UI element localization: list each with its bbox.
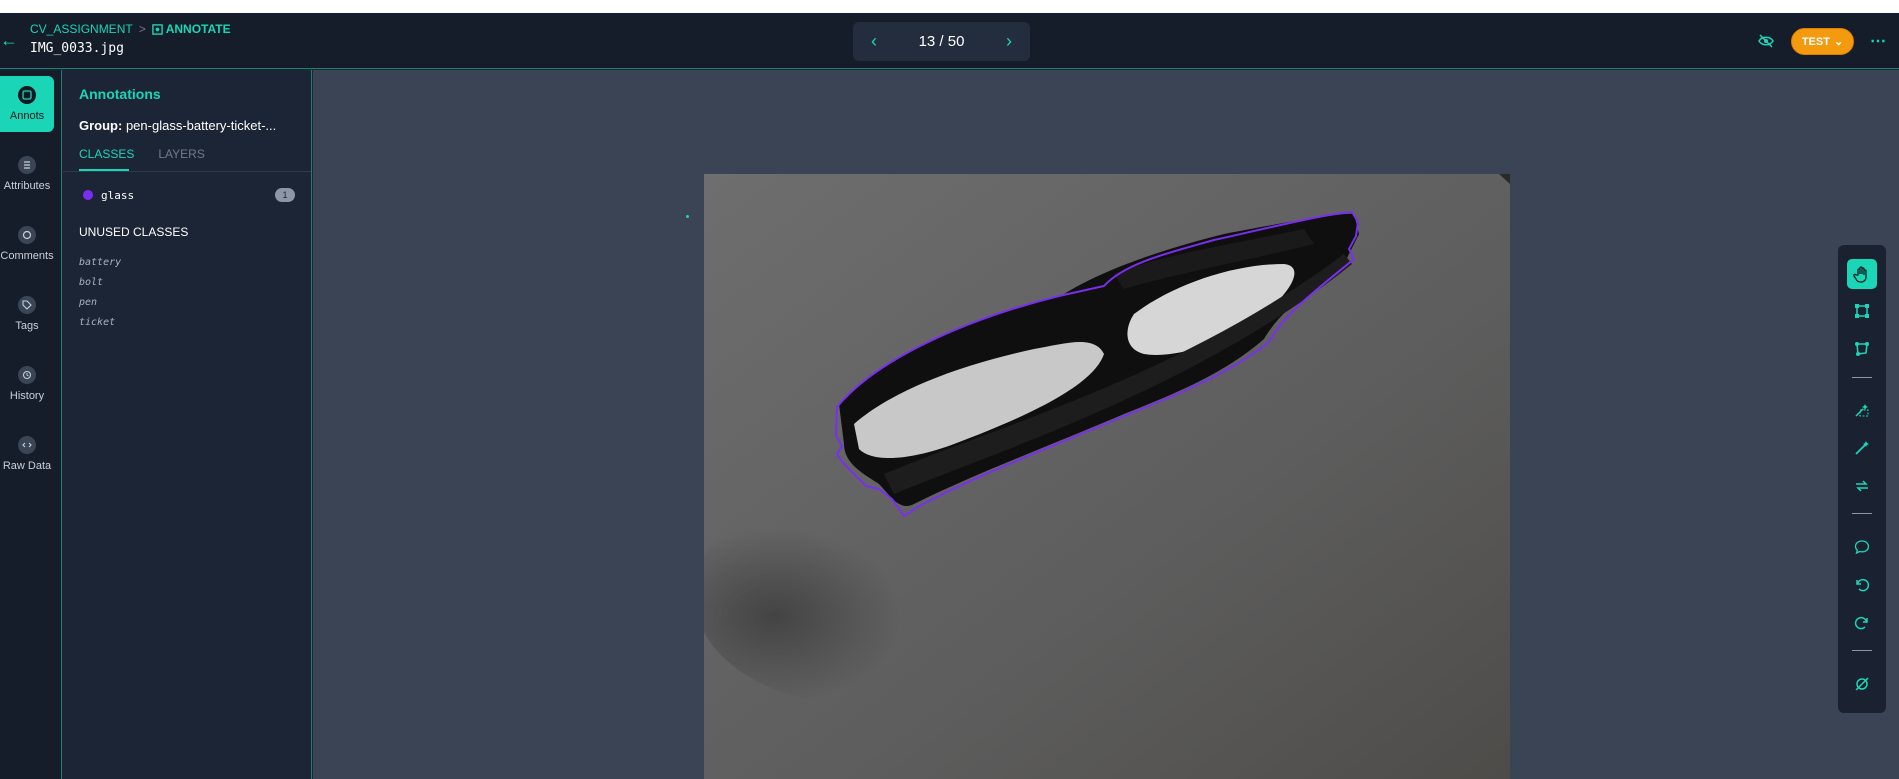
rail-item-annots[interactable]: Annots (0, 76, 54, 132)
panel-tabs: CLASSES LAYERS (79, 147, 205, 169)
tabs-divider (63, 171, 311, 172)
swap-tool-button[interactable] (1847, 471, 1877, 501)
class-name: glass (101, 188, 135, 202)
image-preview[interactable] (704, 174, 1510, 779)
unused-classes-title: UNUSED CLASSES (79, 225, 189, 239)
breadcrumb-project[interactable]: CV_ASSIGNMENT (30, 22, 133, 36)
more-options-icon[interactable]: ⋯ (1870, 31, 1887, 51)
smart-select-icon (1855, 404, 1869, 417)
polygon-tool-button[interactable] (1847, 334, 1877, 364)
tab-layers[interactable]: LAYERS (158, 147, 204, 169)
rail-item-label: History (9, 390, 45, 402)
canvas-marker (686, 215, 689, 218)
rail-item-label: Attributes (3, 180, 51, 192)
undo-button[interactable] (1847, 570, 1877, 600)
tag-icon (18, 296, 36, 314)
environment-button[interactable]: TEST ⌄ (1791, 28, 1854, 55)
tool-palette (1838, 245, 1886, 713)
browser-chrome-strip (0, 0, 1899, 13)
breadcrumb-separator: > (138, 22, 146, 36)
tool-divider (1852, 650, 1872, 651)
comment-icon (1854, 540, 1870, 555)
history-icon (18, 366, 36, 384)
eye-off-icon[interactable] (1758, 33, 1774, 49)
tool-divider (1852, 377, 1872, 378)
magic-wand-tool-button[interactable] (1847, 433, 1877, 463)
polygon-icon (1855, 342, 1869, 356)
bounding-box-tool-button[interactable] (1847, 296, 1877, 326)
left-nav-rail: Annots Attributes Comments Tags History … (0, 70, 62, 779)
next-image-button[interactable]: › (1006, 31, 1012, 52)
annotate-icon (151, 23, 163, 35)
hand-tool-button[interactable] (1847, 259, 1877, 289)
redo-icon (1854, 616, 1868, 630)
chevron-down-icon: ⌄ (1833, 36, 1844, 48)
rail-item-label: Annots (9, 110, 45, 122)
tool-divider (1852, 513, 1872, 514)
clear-button[interactable] (1847, 669, 1877, 699)
breadcrumb-current: ANNOTATE (151, 22, 231, 36)
class-item[interactable]: glass 1 (83, 187, 295, 203)
unused-class-item[interactable]: battery (79, 253, 121, 273)
hand-icon (1853, 266, 1867, 283)
breadcrumb: CV_ASSIGNMENT > ANNOTATE (30, 22, 231, 36)
group-label: Group: pen-glass-battery-ticket-... (79, 118, 276, 133)
class-count-badge: 1 (275, 188, 295, 202)
rail-item-label: Tags (15, 320, 39, 332)
rail-item-comments[interactable]: Comments (0, 216, 54, 272)
smart-select-tool-button[interactable] (1847, 395, 1877, 425)
tab-classes[interactable]: CLASSES (79, 147, 134, 169)
unused-class-item[interactable]: pen (79, 293, 121, 313)
back-arrow-icon[interactable]: ← (0, 29, 18, 51)
rail-item-history[interactable]: History (0, 356, 54, 412)
code-icon (18, 436, 36, 454)
undo-icon (1856, 578, 1870, 592)
rail-item-tags[interactable]: Tags (0, 286, 54, 342)
group-value: pen-glass-battery-ticket-... (125, 118, 277, 133)
annotations-icon (18, 86, 36, 104)
rail-item-attributes[interactable]: Attributes (0, 146, 54, 202)
magic-wand-icon (1855, 441, 1869, 455)
panel-title: Annotations (79, 86, 161, 102)
comment-icon (18, 226, 36, 244)
environment-button-label: TEST (1801, 35, 1830, 48)
breadcrumb-current-label: ANNOTATE (165, 22, 231, 36)
unused-class-item[interactable]: bolt (79, 273, 121, 293)
annotation-canvas[interactable] (313, 70, 1899, 779)
redo-button[interactable] (1847, 608, 1877, 638)
clear-icon (1855, 677, 1869, 691)
unused-class-item[interactable]: ticket (79, 313, 121, 333)
group-label-prefix: Group: (79, 118, 123, 133)
unused-classes-list: battery bolt pen ticket (79, 253, 121, 333)
previous-image-button[interactable]: ‹ (871, 31, 877, 52)
file-name: IMG_0033.jpg (30, 41, 124, 56)
rail-item-raw-data[interactable]: Raw Data (0, 426, 54, 482)
pager-position: 13 / 50 (918, 33, 965, 50)
active-tab-underline (79, 169, 129, 171)
class-color-dot (83, 190, 93, 200)
annotations-panel: Annotations Group: pen-glass-battery-tic… (63, 70, 312, 779)
swap-icon (1856, 480, 1868, 492)
rail-item-label: Comments (0, 250, 54, 262)
comment-tool-button[interactable] (1847, 532, 1877, 562)
rail-item-label: Raw Data (2, 460, 52, 472)
bounding-box-icon (1855, 304, 1869, 318)
image-pager: ‹ 13 / 50 › (853, 22, 1030, 61)
top-bar: ← CV_ASSIGNMENT > ANNOTATE IMG_0033.jpg … (0, 13, 1899, 69)
list-icon (18, 156, 36, 174)
